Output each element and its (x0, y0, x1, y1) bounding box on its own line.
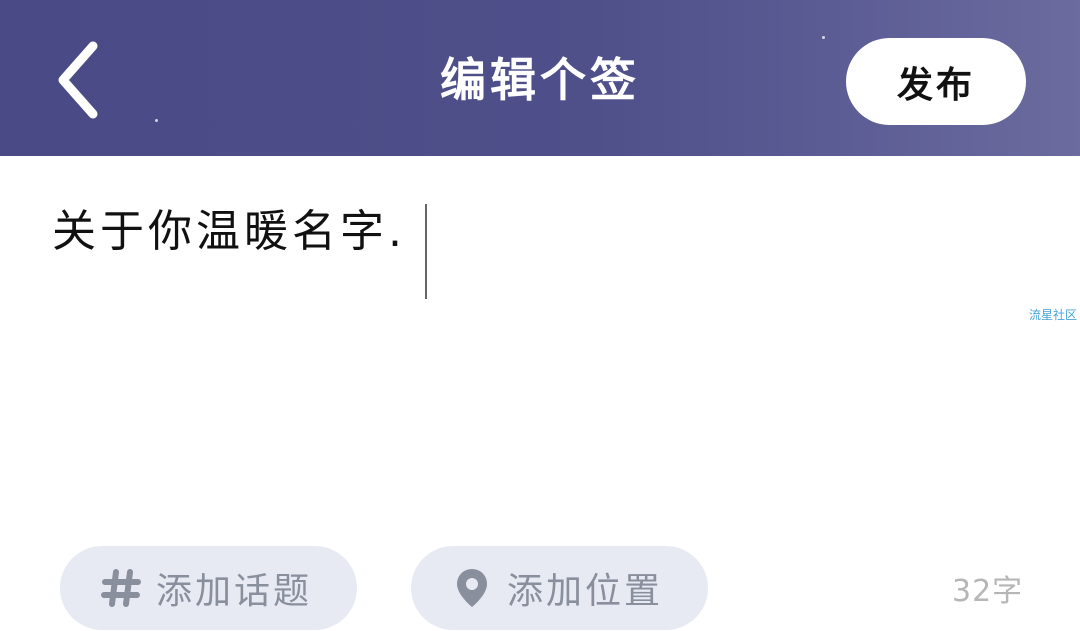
publish-button[interactable]: 发布 (846, 38, 1026, 125)
star-decoration (155, 119, 158, 122)
signature-text-input[interactable]: 关于你温暖名字. (52, 200, 406, 264)
star-decoration (822, 36, 825, 39)
location-pin-icon (451, 567, 493, 609)
hash-icon (100, 567, 142, 609)
header-bar: 编辑个签 发布 (0, 0, 1080, 156)
add-topic-button[interactable]: 添加话题 (60, 546, 357, 630)
add-location-button[interactable]: 添加位置 (411, 546, 708, 630)
watermark: 流星社区 (1029, 308, 1078, 322)
add-location-label: 添加位置 (507, 571, 664, 612)
character-count: 32字 (952, 574, 1024, 609)
text-cursor (425, 204, 427, 299)
edit-signature-screen: 编辑个签 发布 关于你温暖名字. 流星社区 添加话题 添加位置 32字 (0, 0, 1080, 631)
add-topic-label: 添加话题 (156, 571, 313, 612)
